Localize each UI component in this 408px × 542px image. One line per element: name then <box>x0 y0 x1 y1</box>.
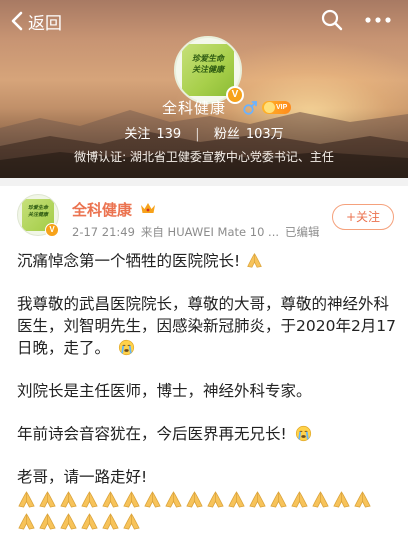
profile-name: 全科健康 <box>162 99 227 117</box>
pray-emoji-icon <box>228 491 245 508</box>
post-author-name[interactable]: 全科健康 <box>72 199 132 220</box>
pray-emoji-icon <box>102 491 119 508</box>
pray-emoji-icon <box>144 491 161 508</box>
pray-emoji-icon <box>102 513 119 530</box>
chevron-left-icon <box>11 11 23 31</box>
vip-label: VIP <box>276 104 288 111</box>
followers-count: 103万 <box>245 127 284 142</box>
post-paragraph-5-text: 老哥，请一路走好! <box>17 468 148 486</box>
pray-emoji-icon <box>249 491 266 508</box>
post-paragraph-2-text: 我尊敬的武昌医院院长，尊敬的大哥，尊敬的神经外科医生，刘智明先生，因感染新冠肺炎… <box>17 295 397 357</box>
profile-stats: 关注 139 | 粉丝 103万 <box>0 123 408 142</box>
top-navigation-bar: 返回 <box>0 0 408 40</box>
banner-shade <box>0 108 408 178</box>
pray-emoji-icon <box>270 491 287 508</box>
pray-emoji-icon <box>18 491 35 508</box>
followers-stat[interactable]: 粉丝 103万 <box>214 127 284 142</box>
pray-emoji-icon <box>207 491 224 508</box>
pray-emoji-icon <box>123 513 140 530</box>
pray-emoji-icon <box>312 491 329 508</box>
section-divider <box>0 178 408 186</box>
pray-emoji-icon <box>60 513 77 530</box>
weibo-verification-text: 微博认证: 湖北省卫健委宣教中心党委书记、主任 <box>74 150 334 164</box>
avatar-logo: 珍爱生命 关注健康 <box>182 44 234 96</box>
post-paragraph-3-text: 刘院长是主任医师，博士，神经外科专家。 <box>17 382 312 400</box>
following-label: 关注 <box>124 127 151 142</box>
pray-emoji-icon <box>333 491 350 508</box>
more-horizontal-icon[interactable] <box>364 12 392 28</box>
post-paragraph-2: 我尊敬的武昌医院院长，尊敬的大哥，尊敬的神经外科医生，刘智明先生，因感染新冠肺炎… <box>17 293 397 359</box>
post-body: 沉痛悼念第一个牺牲的医院院长! 我尊敬的武昌医院院长，尊敬的大哥，尊敬的神经外科… <box>17 250 397 534</box>
pray-emoji-icon <box>81 513 98 530</box>
crying-emoji-icon <box>295 425 311 442</box>
post-avatar-text-line2: 关注健康 <box>27 212 48 218</box>
crying-emoji-icon <box>118 339 135 356</box>
following-count: 139 <box>156 127 182 142</box>
pray-emoji-icon <box>354 491 371 508</box>
crown-icon <box>141 203 155 213</box>
pray-emoji-icon <box>165 491 182 508</box>
post-paragraph-1-text: 沉痛悼念第一个牺牲的医院院长! <box>17 252 241 270</box>
avatar-text-line2: 关注健康 <box>192 64 224 74</box>
post-edited-label[interactable]: 已编辑 <box>285 225 320 239</box>
following-stat[interactable]: 关注 139 <box>124 127 181 142</box>
pray-emoji-icon <box>247 253 262 268</box>
post-verified-badge-icon: V <box>45 223 59 237</box>
male-icon <box>243 101 257 115</box>
post-paragraph-3: 刘院长是主任医师，博士，神经外科专家。 <box>17 380 397 402</box>
followers-label: 粉丝 <box>213 127 240 142</box>
pray-emoji-icon <box>39 491 56 508</box>
pray-emoji-icon <box>18 513 35 530</box>
post-avatar-text-line1: 珍爱生命 <box>27 205 48 211</box>
vip-crown-icon <box>264 102 275 113</box>
back-button[interactable]: 返回 <box>10 9 62 33</box>
search-icon[interactable] <box>320 8 344 32</box>
pray-emoji-icon <box>186 491 203 508</box>
post-paragraph-4: 年前诗会音容犹在，今后医界再无兄长! <box>17 423 397 445</box>
pray-emoji-icon <box>60 491 77 508</box>
pray-emoji-row <box>17 512 397 534</box>
post-time: 2-17 21:49 <box>72 225 135 239</box>
profile-header-banner: 返回 珍爱生命 关注健康 V 全科健康 VIP 关注 139 | 粉丝 103万 微… <box>0 0 408 178</box>
pray-emoji-icon <box>39 513 56 530</box>
pray-emoji-icon <box>291 491 308 508</box>
post-paragraph-5: 老哥，请一路走好! <box>17 466 397 488</box>
post-source: 来自 HUAWEI Mate 10 ... <box>140 225 280 239</box>
post-meta: 2-17 21:49 来自 HUAWEI Mate 10 ... 已编辑 <box>72 224 320 240</box>
avatar-text-line1: 珍爱生命 <box>192 53 224 63</box>
stats-divider: | <box>195 127 200 142</box>
post-paragraph-1: 沉痛悼念第一个牺牲的医院院长! <box>17 250 397 272</box>
pray-emoji-row <box>17 490 397 512</box>
pray-emoji-icon <box>123 491 140 508</box>
back-label: 返回 <box>28 13 62 33</box>
vip-badge[interactable]: VIP <box>262 101 292 114</box>
post-paragraph-4-text: 年前诗会音容犹在，今后医界再无兄长! <box>17 425 287 443</box>
pray-emoji-icon <box>81 491 98 508</box>
follow-button[interactable]: +关注 <box>332 204 394 230</box>
